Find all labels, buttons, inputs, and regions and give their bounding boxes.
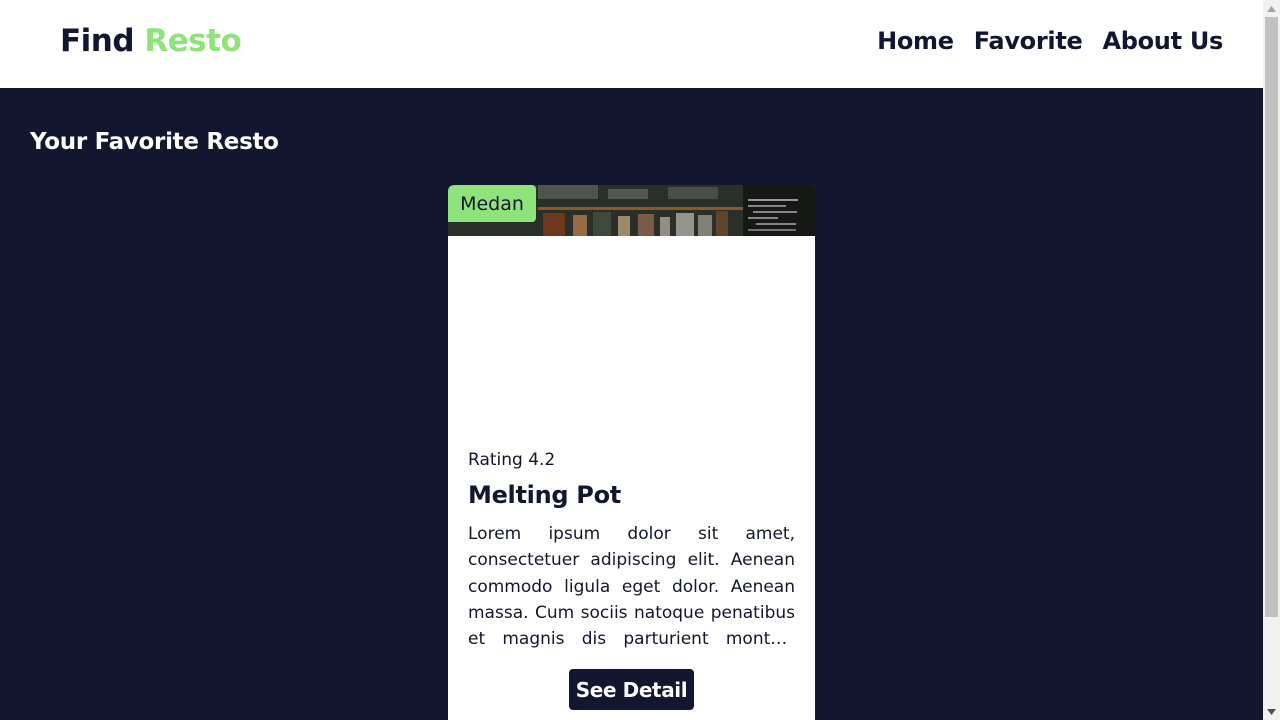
nav-link-home[interactable]: Home	[877, 27, 954, 55]
city-badge: Medan	[448, 185, 536, 222]
page: Find Resto Home Favorite About Us Your F…	[0, 0, 1263, 720]
brand-text-accent: Resto	[144, 23, 242, 59]
restaurant-image: Medan	[448, 185, 815, 236]
vertical-scrollbar[interactable]	[1263, 0, 1280, 720]
app-header: Find Resto Home Favorite About Us	[0, 0, 1263, 88]
nav-link-favorite[interactable]: Favorite	[974, 27, 1083, 55]
restaurant-description: Lorem ipsum dolor sit amet, consectetuer…	[468, 524, 795, 650]
restaurant-card: Medan Rating 4.2 Melting Pot Lorem ipsum…	[448, 185, 815, 720]
brand-text-primary: Find	[60, 23, 135, 59]
scroll-up-arrow-icon[interactable]	[1263, 0, 1280, 17]
scroll-down-arrow-icon[interactable]	[1263, 703, 1280, 720]
restaurant-name: Melting Pot	[468, 481, 621, 509]
restaurant-rating: Rating 4.2	[468, 450, 556, 470]
nav-link-about-us[interactable]: About Us	[1102, 27, 1223, 55]
main-nav: Home Favorite About Us	[877, 27, 1223, 55]
browser-viewport: Find Resto Home Favorite About Us Your F…	[0, 0, 1280, 720]
brand-logo[interactable]: Find Resto	[60, 23, 242, 59]
section-title: Your Favorite Resto	[30, 129, 279, 155]
scrollbar-thumb[interactable]	[1265, 17, 1278, 617]
see-detail-button[interactable]: See Detail	[569, 669, 694, 710]
